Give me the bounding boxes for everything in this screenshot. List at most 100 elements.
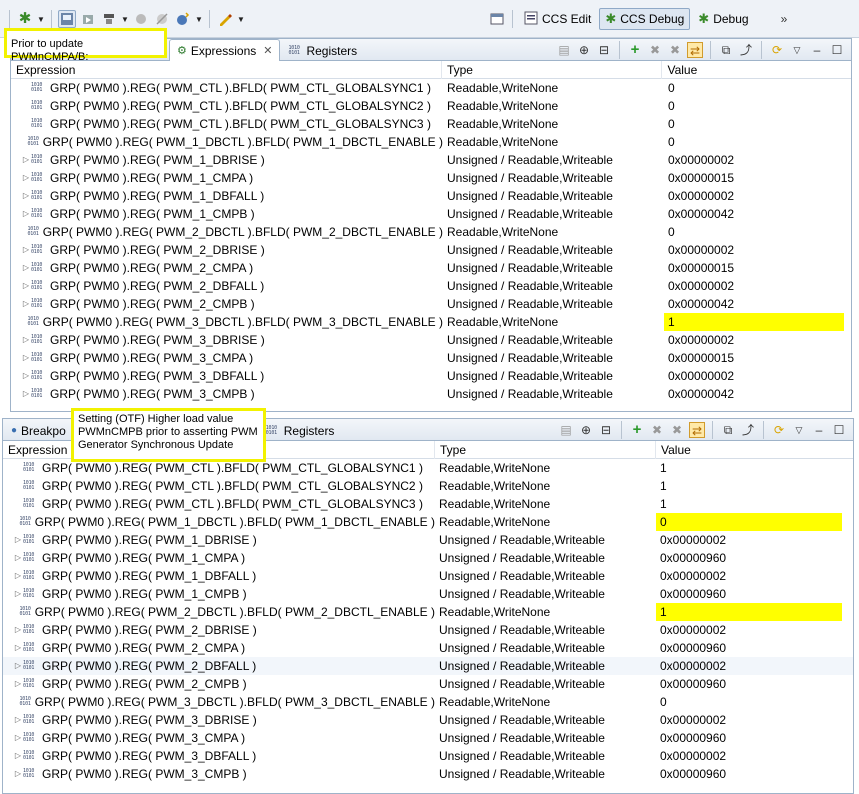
new-target-icon[interactable] [174, 10, 192, 28]
value-cell[interactable]: 0x00000002 [664, 241, 844, 259]
chevron-down-icon[interactable]: ▼ [37, 15, 45, 24]
table-row[interactable]: ▷ 1010 0101 GRP( PWM0 ).REG( PWM_1_CMPA ) Un… [3, 549, 853, 567]
table-row[interactable]: 1010 0101 GRP( PWM0 ).REG( PWM_2_DBCTL ).B… [3, 603, 853, 621]
value-cell[interactable]: 1 [656, 459, 842, 477]
collapse-icon[interactable]: ▤ [558, 422, 574, 438]
target-view-icon[interactable] [58, 10, 76, 28]
tab-registers[interactable]: 1010 0101 Registers [258, 420, 343, 440]
chevron-down-icon[interactable]: ▼ [121, 15, 129, 24]
value-cell[interactable]: 0x00000960 [656, 729, 842, 747]
tool-pen-icon[interactable] [216, 10, 234, 28]
value-cell[interactable]: 0x00000002 [656, 531, 842, 549]
expand-arrow-icon[interactable]: ▷ [13, 765, 23, 783]
value-cell[interactable]: 0x00000042 [664, 205, 844, 223]
expression-add-icon[interactable]: ⊕ [578, 422, 594, 438]
table-row[interactable]: ▷ 1010 0101 GRP( PWM0 ).REG( PWM_1_CMPB ) Un… [3, 585, 853, 603]
value-cell[interactable]: 0x00000015 [664, 349, 844, 367]
value-cell[interactable]: 0x00000042 [664, 295, 844, 313]
table-row[interactable]: ▷ 1010 0101 GRP( PWM0 ).REG( PWM_2_DBRISE )… [3, 621, 853, 639]
value-cell[interactable]: 0x00000002 [664, 367, 844, 385]
continuous-refresh-icon[interactable]: ⇄ [687, 42, 703, 58]
remove-all-icon[interactable]: ✖ [667, 42, 683, 58]
expand-arrow-icon[interactable]: ▷ [21, 151, 31, 169]
table-row[interactable]: 1010 0101 GRP( PWM0 ).REG( PWM_1_DBCTL ).B… [3, 513, 853, 531]
view-menu-icon[interactable]: ▽ [789, 42, 805, 58]
expand-arrow-icon[interactable]: ▷ [21, 277, 31, 295]
table-row[interactable]: 1010 0101 GRP( PWM0 ).REG( PWM_CTL ).BFLD(… [3, 495, 853, 513]
load-program-icon[interactable] [100, 10, 118, 28]
expand-arrow-icon[interactable]: ▷ [21, 367, 31, 385]
table-row[interactable]: ▷ 1010 0101 GRP( PWM0 ).REG( PWM_3_DBFALL )… [3, 747, 853, 765]
expand-arrow-icon[interactable]: ▷ [13, 639, 23, 657]
value-cell[interactable]: 1 [656, 495, 842, 513]
column-header-type[interactable]: Type [435, 440, 656, 459]
expand-arrow-icon[interactable]: ▷ [21, 205, 31, 223]
value-cell[interactable]: 1 [656, 477, 842, 495]
value-cell[interactable]: 0x00000960 [656, 585, 842, 603]
maximize-icon[interactable]: ☐ [831, 422, 847, 438]
tab-expressions[interactable]: ⚙ Expressions ✕ [169, 39, 281, 61]
expand-arrow-icon[interactable]: ▷ [13, 729, 23, 747]
table-row[interactable]: ▷ 1010 0101 GRP( PWM0 ).REG( PWM_3_CMPB ) Un… [11, 385, 851, 403]
table-row[interactable]: ▷ 1010 0101 GRP( PWM0 ).REG( PWM_1_DBRISE )… [11, 151, 851, 169]
table-row[interactable]: 1010 0101 GRP( PWM0 ).REG( PWM_CTL ).BFLD(… [11, 97, 851, 115]
expand-arrow-icon[interactable]: ▷ [13, 675, 23, 693]
expand-arrow-icon[interactable]: ▷ [13, 711, 23, 729]
expand-arrow-icon[interactable]: ▷ [21, 349, 31, 367]
table-row[interactable]: ▷ 1010 0101 GRP( PWM0 ).REG( PWM_3_CMPA ) Un… [11, 349, 851, 367]
value-cell[interactable]: 0x00000002 [656, 747, 842, 765]
value-cell[interactable]: 1 [664, 313, 844, 331]
table-row[interactable]: ▷ 1010 0101 GRP( PWM0 ).REG( PWM_1_DBFALL )… [11, 187, 851, 205]
resume-icon[interactable] [79, 10, 97, 28]
open-perspective-icon[interactable] [488, 10, 506, 28]
table-row[interactable]: ▷ 1010 0101 GRP( PWM0 ).REG( PWM_1_DBFALL )… [3, 567, 853, 585]
table-row[interactable]: ▷ 1010 0101 GRP( PWM0 ).REG( PWM_2_CMPB ) Un… [11, 295, 851, 313]
expand-arrow-icon[interactable]: ▷ [13, 657, 23, 675]
value-cell[interactable]: 0 [664, 115, 844, 133]
table-row[interactable]: 1010 0101 GRP( PWM0 ).REG( PWM_CTL ).BFLD(… [3, 477, 853, 495]
breakpoint-icon[interactable] [132, 10, 150, 28]
table-row[interactable]: ▷ 1010 0101 GRP( PWM0 ).REG( PWM_2_DBFALL )… [11, 277, 851, 295]
column-header-value[interactable]: Value [656, 441, 853, 459]
perspective-overflow-button[interactable]: » [781, 12, 788, 26]
value-cell[interactable]: 0x00000015 [664, 169, 844, 187]
table-row[interactable]: ▷ 1010 0101 GRP( PWM0 ).REG( PWM_3_CMPA ) Un… [3, 729, 853, 747]
table-row[interactable]: 1010 0101 GRP( PWM0 ).REG( PWM_CTL ).BFLD(… [11, 79, 851, 97]
value-cell[interactable]: 0x00000002 [656, 657, 842, 675]
expand-arrow-icon[interactable]: ▷ [21, 241, 31, 259]
chevron-down-icon[interactable]: ▼ [237, 15, 245, 24]
table-row[interactable]: ▷ 1010 0101 GRP( PWM0 ).REG( PWM_1_CMPB ) Un… [11, 205, 851, 223]
new-window-icon[interactable]: ⧉ [720, 422, 736, 438]
value-cell[interactable]: 0x00000042 [664, 385, 844, 403]
maximize-icon[interactable]: ☐ [829, 42, 845, 58]
value-cell[interactable]: 0x00000002 [656, 567, 842, 585]
expand-arrow-icon[interactable]: ▷ [21, 187, 31, 205]
value-cell[interactable]: 0x00000002 [656, 711, 842, 729]
remove-icon[interactable]: ✖ [647, 42, 663, 58]
debug-gear-icon[interactable]: ✱ [16, 10, 34, 28]
tab-breakpoints[interactable]: ● Breakpo [3, 420, 74, 440]
expand-arrow-icon[interactable]: ▷ [13, 531, 23, 549]
collapse-icon[interactable]: ▤ [556, 42, 572, 58]
value-cell[interactable]: 0 [664, 133, 844, 151]
table-row[interactable]: 1010 0101 GRP( PWM0 ).REG( PWM_CTL ).BFLD(… [11, 115, 851, 133]
expand-arrow-icon[interactable]: ▷ [21, 331, 31, 349]
continuous-refresh-icon[interactable]: ⇄ [689, 422, 705, 438]
value-cell[interactable]: 0x00000960 [656, 549, 842, 567]
minimize-icon[interactable]: – [809, 42, 825, 58]
perspective-ccs-edit[interactable]: CCS Edit [519, 8, 596, 30]
refresh-icon[interactable]: ⟳ [771, 422, 787, 438]
value-cell[interactable]: 0x00000002 [664, 151, 844, 169]
expand-arrow-icon[interactable]: ▷ [13, 747, 23, 765]
value-cell[interactable]: 0 [664, 97, 844, 115]
table-row[interactable]: 1010 0101 GRP( PWM0 ).REG( PWM_3_DBCTL ).B… [11, 313, 851, 331]
remove-icon[interactable]: ✖ [649, 422, 665, 438]
value-cell[interactable]: 0 [656, 513, 842, 531]
close-icon[interactable]: ✕ [263, 44, 272, 57]
table-row[interactable]: ▷ 1010 0101 GRP( PWM0 ).REG( PWM_2_DBRISE )… [11, 241, 851, 259]
tab-registers[interactable]: 1010 0101 Registers [280, 40, 365, 60]
expand-arrow-icon[interactable]: ▷ [13, 549, 23, 567]
value-cell[interactable]: 0x00000002 [664, 187, 844, 205]
table-row[interactable]: ▷ 1010 0101 GRP( PWM0 ).REG( PWM_3_CMPB ) Un… [3, 765, 853, 783]
expand-arrow-icon[interactable]: ▷ [21, 295, 31, 313]
